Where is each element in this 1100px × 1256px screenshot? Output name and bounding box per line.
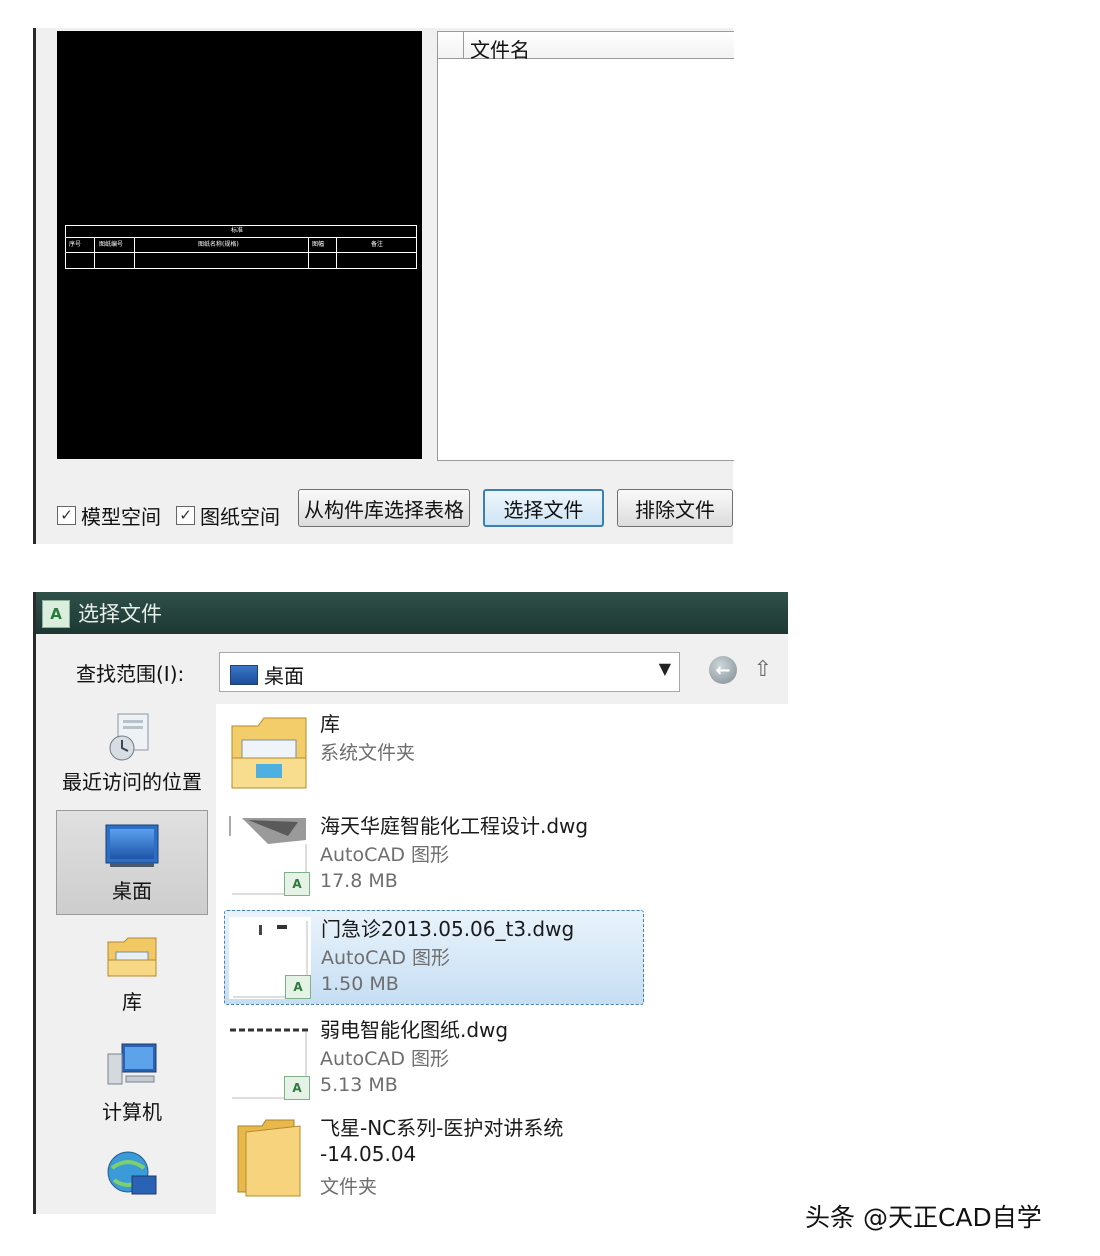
desktop-icon	[105, 824, 159, 867]
file-list[interactable]: 文件名	[437, 31, 734, 461]
file-item-folder[interactable]: 飞星-NC系列-医护对讲系统 -14.05.04 文件夹	[224, 1110, 644, 1214]
dialog-titlebar[interactable]: A 选择文件	[36, 592, 788, 634]
file-name: 库	[320, 712, 340, 736]
file-type: AutoCAD 图形	[321, 947, 451, 969]
drawing-preview: 标准 序号 图纸编号 图纸名称(规格) 图幅 备注	[57, 31, 422, 459]
back-arrow-icon[interactable]: ←	[709, 656, 737, 684]
file-name: 飞星-NC系列-医护对讲系统	[320, 1116, 564, 1140]
dwg-thumbnail-icon: A	[229, 917, 311, 999]
file-type: 文件夹	[320, 1176, 378, 1198]
dwg-thumbnail-icon: A	[228, 1018, 310, 1100]
select-file-button[interactable]: 选择文件	[483, 489, 604, 527]
place-libraries[interactable]: 库	[56, 930, 208, 1020]
checkbox-check-icon[interactable]: ✓	[57, 506, 76, 525]
model-space-checkbox[interactable]: ✓ 模型空间	[57, 501, 161, 530]
place-label: 桌面	[112, 879, 152, 903]
checkbox-check-icon[interactable]: ✓	[176, 506, 195, 525]
place-computer[interactable]: 计算机	[56, 1040, 208, 1130]
autocad-file-badge-icon: A	[285, 975, 311, 999]
select-from-library-button[interactable]: 从构件库选择表格	[298, 489, 470, 527]
preview-table-title: 标准	[231, 227, 244, 234]
preview-col-4: 图幅	[312, 241, 325, 248]
table-import-panel: 标准 序号 图纸编号 图纸名称(规格) 图幅 备注 文件名 ✓ 模型空间 ✓ 图…	[33, 28, 734, 544]
paper-space-label: 图纸空间	[200, 505, 280, 529]
file-item-dwg[interactable]: A 海天华庭智能化工程设计.dwg AutoCAD 图形 17.8 MB	[224, 808, 644, 903]
file-size: 5.13 MB	[320, 1074, 398, 1096]
file-name: 弱电智能化图纸.dwg	[320, 1018, 509, 1042]
recent-places-icon	[109, 713, 149, 761]
watermark-text: 头条 @天正CAD自学	[805, 1203, 1042, 1232]
preview-col-2: 图纸编号	[99, 241, 124, 248]
file-item-library[interactable]: 库 系统文件夹	[224, 706, 644, 801]
autocad-file-badge-icon: A	[284, 872, 310, 896]
place-network[interactable]	[56, 1148, 208, 1214]
place-label: 计算机	[102, 1100, 162, 1124]
preview-col-1: 序号	[69, 241, 82, 248]
place-label: 库	[122, 990, 142, 1014]
network-icon	[107, 1151, 157, 1195]
file-size: 1.50 MB	[321, 973, 399, 995]
chevron-down-icon[interactable]: ▼	[659, 659, 671, 678]
preview-col-5: 备注	[371, 241, 384, 248]
dwg-thumbnail-icon: A	[228, 814, 310, 896]
file-type: AutoCAD 图形	[320, 1048, 450, 1070]
file-list-view[interactable]: 库 系统文件夹 A 海天华庭智能化工程设计.dwg AutoCAD 图形 17.…	[216, 704, 788, 1214]
model-space-label: 模型空间	[81, 505, 161, 529]
look-in-value: 桌面	[264, 664, 304, 688]
libraries-icon	[107, 937, 157, 977]
autocad-app-icon: A	[42, 600, 70, 628]
file-name: 门急诊2013.05.06_t3.dwg	[321, 917, 575, 941]
file-name: 海天华庭智能化工程设计.dwg	[320, 814, 589, 838]
file-item-dwg[interactable]: A 弱电智能化图纸.dwg AutoCAD 图形 5.13 MB	[224, 1012, 644, 1107]
file-type: 系统文件夹	[320, 742, 416, 764]
dialog-title: 选择文件	[78, 602, 162, 626]
file-item-dwg-selected[interactable]: A 门急诊2013.05.06_t3.dwg AutoCAD 图形 1.50 M…	[224, 910, 644, 1005]
look-in-label: 查找范围(I):	[76, 662, 185, 686]
look-in-dropdown[interactable]: 桌面 ▼	[219, 652, 680, 692]
library-folder-icon	[231, 717, 307, 789]
up-folder-icon[interactable]: ⇧	[748, 654, 778, 684]
desktop-icon	[230, 665, 258, 685]
computer-icon	[107, 1043, 157, 1085]
paper-space-checkbox[interactable]: ✓ 图纸空间	[176, 501, 280, 530]
file-type: AutoCAD 图形	[320, 844, 450, 866]
place-desktop[interactable]: 桌面	[56, 810, 208, 915]
preview-col-3: 图纸名称(规格)	[198, 241, 239, 248]
exclude-file-button[interactable]: 排除文件	[617, 489, 733, 527]
place-label: 最近访问的位置	[62, 770, 202, 794]
select-file-dialog: A 选择文件 查找范围(I): 桌面 ▼ ← ⇧ 最近访问的位置 桌面 库 计算…	[33, 592, 788, 1214]
file-size: 17.8 MB	[320, 870, 398, 892]
file-list-header[interactable]: 文件名	[438, 32, 734, 62]
place-recent[interactable]: 最近访问的位置	[56, 710, 208, 800]
autocad-file-badge-icon: A	[284, 1076, 310, 1100]
file-name-continued: -14.05.04	[320, 1142, 417, 1166]
preview-table-outline: 标准 序号 图纸编号 图纸名称(规格) 图幅 备注	[65, 225, 417, 269]
filename-column-header[interactable]: 文件名	[470, 34, 530, 63]
folder-icon	[237, 1119, 301, 1197]
